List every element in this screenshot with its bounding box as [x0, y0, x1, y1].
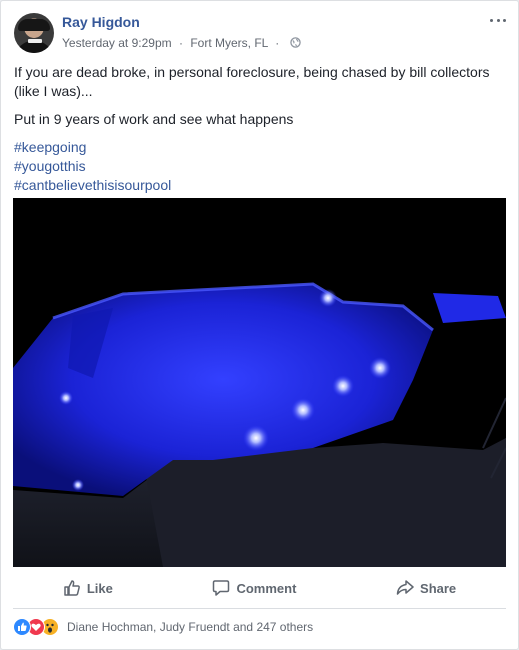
post-header: Ray Higdon Yesterday at 9:29pm · Fort My… — [14, 13, 506, 55]
post-meta: Yesterday at 9:29pm · Fort Myers, FL · — [62, 36, 301, 50]
post-timestamp[interactable]: Yesterday at 9:29pm — [62, 36, 172, 50]
author-name[interactable]: Ray Higdon — [62, 14, 140, 30]
hashtag-link[interactable]: #cantbelievethisisourpool — [14, 176, 504, 195]
post-paragraph-2: Put in 9 years of work and see what happ… — [14, 111, 294, 127]
share-label: Share — [420, 580, 457, 596]
post-paragraph-1: If you are dead broke, in personal forec… — [14, 64, 490, 99]
globe-icon[interactable] — [289, 37, 301, 48]
comment-icon — [213, 580, 230, 596]
meta-separator: · — [178, 36, 183, 50]
meta-separator-2: · — [275, 36, 280, 50]
hashtag-list: #keepgoing #yougotthis #cantbelievethisi… — [14, 138, 504, 195]
share-arrow-icon — [396, 580, 414, 595]
post-body: If you are dead broke, in personal forec… — [14, 63, 504, 195]
more-options-icon[interactable] — [490, 15, 506, 25]
reaction-icons[interactable] — [13, 618, 63, 636]
hashtag-link[interactable]: #yougotthis — [14, 157, 504, 176]
like-reaction-icon — [13, 618, 31, 636]
post-card: Ray Higdon Yesterday at 9:29pm · Fort My… — [0, 0, 519, 650]
like-button[interactable]: Like — [63, 579, 113, 597]
share-button[interactable]: Share — [396, 579, 456, 597]
actions-divider — [13, 608, 506, 609]
post-location[interactable]: Fort Myers, FL — [190, 36, 268, 50]
hashtag-link[interactable]: #keepgoing — [14, 138, 504, 157]
like-label: Like — [86, 580, 113, 596]
author-avatar[interactable] — [14, 13, 54, 53]
comment-button[interactable]: Comment — [212, 579, 296, 597]
comment-label: Comment — [236, 580, 297, 596]
reaction-names[interactable]: Diane Hochman, Judy Fruendt and 247 othe… — [67, 620, 313, 634]
thumbs-up-icon — [64, 580, 80, 596]
post-actions: Like Comment Share — [13, 574, 506, 602]
post-photo[interactable] — [13, 198, 506, 567]
reaction-summary[interactable]: Diane Hochman, Judy Fruendt and 247 othe… — [13, 617, 313, 637]
